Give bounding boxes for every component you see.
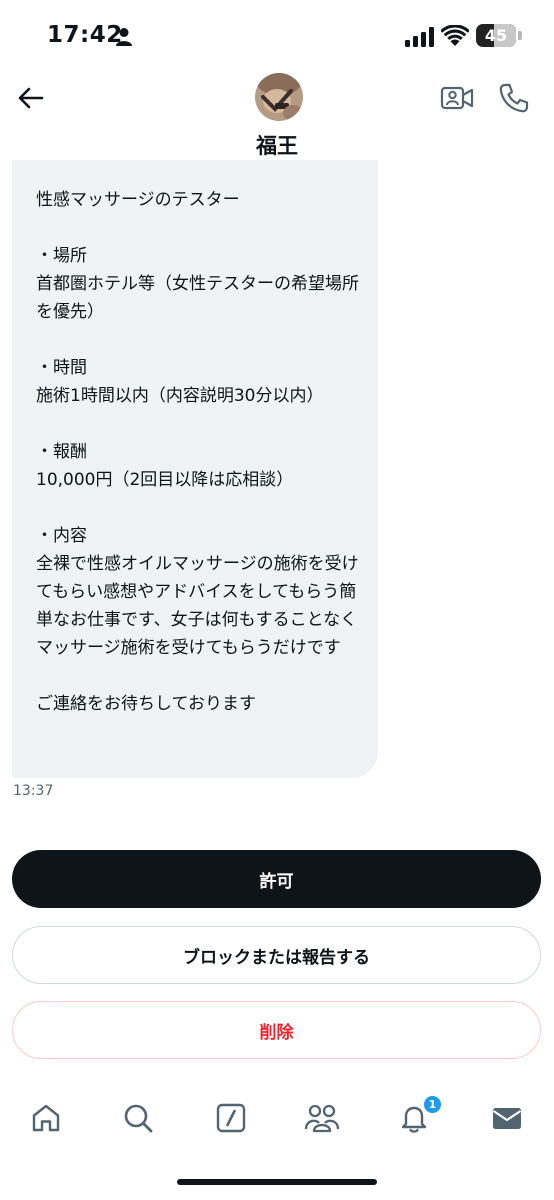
nav-search[interactable] [118, 1098, 158, 1138]
search-icon [124, 1104, 153, 1133]
block-or-report-button[interactable]: ブロックまたは報告する [12, 926, 541, 984]
messages-icon [492, 1108, 522, 1129]
battery-cap [518, 31, 522, 40]
video-camera-icon [440, 86, 474, 110]
phone-icon [499, 83, 529, 113]
video-call-button[interactable] [440, 84, 474, 112]
allow-button[interactable]: 許可 [12, 850, 541, 908]
bottom-nav [0, 1090, 554, 1146]
voice-call-button[interactable] [498, 82, 530, 114]
contact-name[interactable]: 福王 [0, 130, 554, 160]
nav-compose[interactable] [211, 1098, 251, 1138]
compose-icon [216, 1103, 246, 1133]
nav-communities[interactable] [302, 1098, 342, 1138]
nav-messages[interactable] [487, 1098, 527, 1138]
battery-indicator: 45 [476, 24, 516, 47]
back-button[interactable] [12, 80, 48, 116]
wifi-icon [441, 25, 469, 46]
avatar-photo [255, 73, 303, 121]
home-icon [32, 1104, 60, 1132]
status-bar: 17:42 45 [0, 0, 554, 70]
person-icon [116, 28, 132, 46]
notification-badge: 1 [422, 1094, 443, 1115]
communities-icon [304, 1104, 340, 1133]
message-timestamp: 13:37 [13, 783, 54, 799]
delete-button[interactable]: 削除 [12, 1001, 541, 1059]
arrow-left-icon [18, 87, 44, 109]
battery-percentage: 45 [484, 26, 508, 45]
message-bubble[interactable]: 性感マッサージのテスター ・場所 首都圏ホテル等（女性テスターの希望場所を優先）… [12, 160, 378, 778]
home-indicator[interactable] [177, 1179, 377, 1185]
cellular-signal-icon [405, 27, 434, 47]
status-time: 17:42 [47, 22, 123, 48]
avatar[interactable] [255, 73, 303, 121]
nav-home[interactable] [26, 1098, 66, 1138]
